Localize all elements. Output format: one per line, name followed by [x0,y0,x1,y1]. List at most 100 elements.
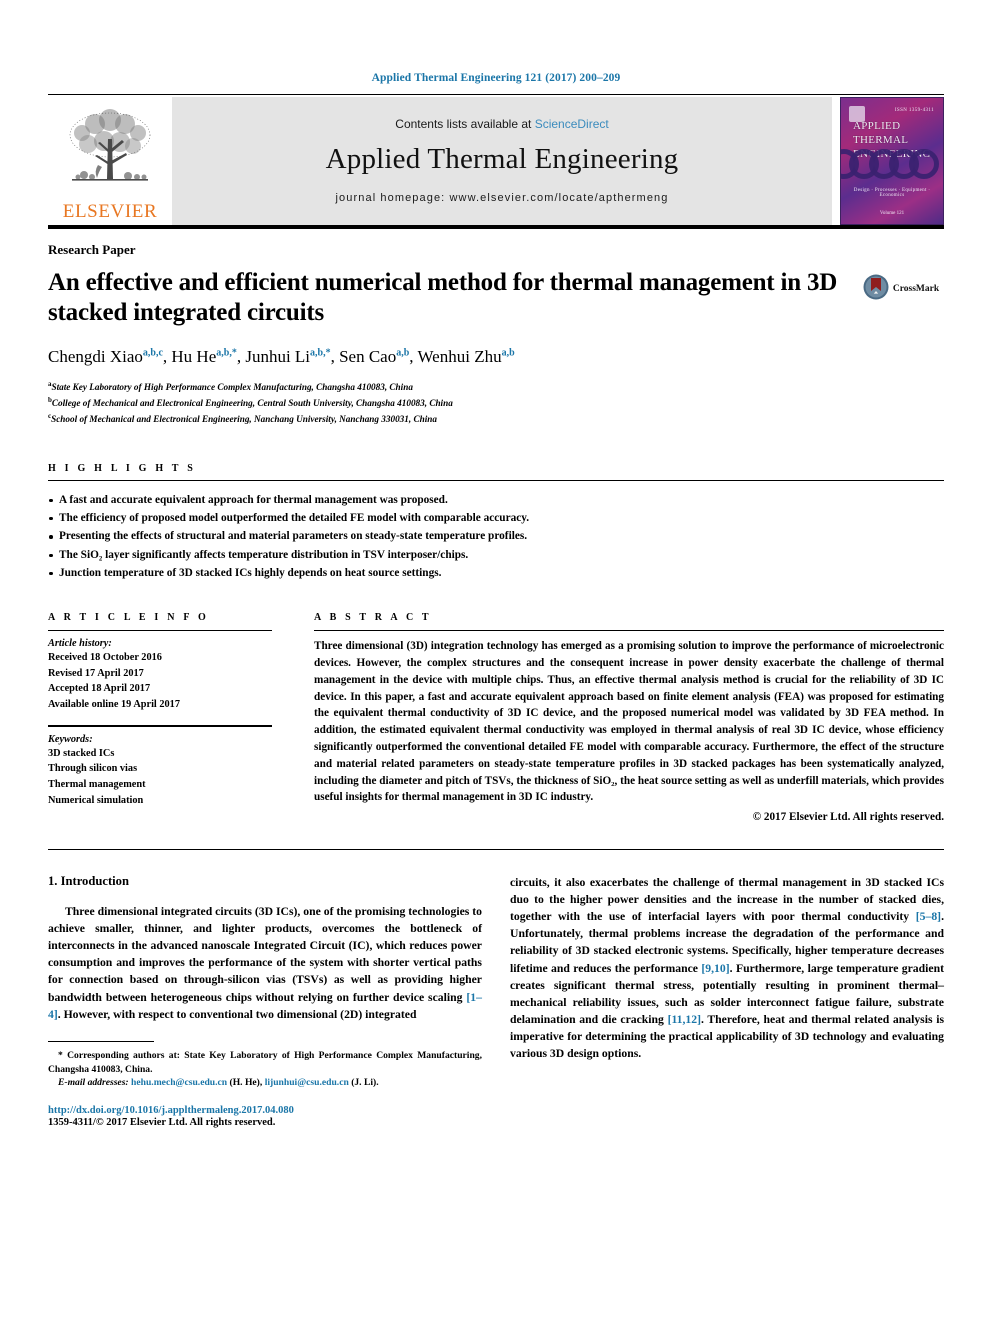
keywords-label: Keywords: [48,733,93,745]
history-item: Received 18 October 2016 [48,652,162,664]
intro-paragraph-left: Three dimensional integrated circuits (3… [48,903,482,1023]
article-title: An effective and efficient numerical met… [48,269,838,326]
email-link-1[interactable]: hehu.mech@csu.edu.cn [131,1077,227,1088]
article-info-rule [48,630,272,632]
affiliation-item: cSchool of Mechanical and Electronical E… [48,411,944,427]
affiliation-item: aState Key Laboratory of High Performanc… [48,379,944,395]
affiliation-text: School of Mechanical and Electronical En… [51,413,437,424]
author-name: Chengdi Xiao [48,347,143,366]
masthead-top-rule [48,94,944,95]
history-item: Available online 19 April 2017 [48,699,180,711]
keyword-item: Numerical simulation [48,794,144,806]
info-abstract-row: A R T I C L E I N F O Article history: R… [48,612,944,823]
journal-article-page: Applied Thermal Engineering 121 (2017) 2… [0,0,992,1323]
email-label: E-mail addresses: [58,1077,129,1089]
author-affil-marker: a,b,c [142,347,163,359]
keywords-rule [48,724,272,727]
author-affil-marker: a,b,* [216,347,237,359]
article-history-label: Article history: [48,638,112,650]
affiliation-list: aState Key Laboratory of High Performanc… [48,379,944,427]
cover-footer-text: Design · Processes · Equipment · Economi… [853,188,931,198]
author-name: Hu He [171,347,217,366]
history-item: Accepted 18 April 2017 [48,683,151,695]
crossmark-label: CrossMark [892,283,940,294]
abstract-heading: A B S T R A C T [314,612,432,624]
abstract-rule [314,630,944,632]
email-link-2[interactable]: lijunhui@csu.edu.cn [265,1077,349,1088]
intro-text-part1: Three dimensional integrated circuits (3… [48,905,482,1004]
journal-cover-thumbnail[interactable]: ISSN 1359-4311 APPLIED THERMAL ENGINEERI… [840,97,944,225]
email-1-author: (H. He), [227,1077,265,1089]
elsevier-tree-icon [69,109,151,181]
author-list: Chengdi Xiaoa,b,c, Hu Hea,b,*, Junhui Li… [48,346,944,368]
elsevier-logo: ELSEVIER [48,97,172,225]
body-column-right: circuits, it also exacerbates the challe… [510,874,944,1128]
contents-prefix: Contents lists available at [395,116,535,131]
cover-title-line1: APPLIED [853,120,901,132]
intro-paragraph-right: circuits, it also exacerbates the challe… [510,874,944,1062]
masthead-center: Contents lists available at ScienceDirec… [172,97,832,225]
title-column: An effective and efficient numerical met… [48,268,858,346]
author-affil-marker: a,b [396,347,410,359]
article-kind: Research Paper [48,242,136,257]
author-affil-marker: a,b,* [310,347,331,359]
highlight-item: Presenting the effects of structural and… [48,527,944,545]
citation-ref-9-10[interactable]: [9,10] [701,962,729,975]
email-2-author: (J. Li). [348,1077,379,1089]
sciencedirect-link[interactable]: ScienceDirect [535,117,609,131]
running-head: Applied Thermal Engineering 121 (2017) 2… [371,72,621,84]
email-footnote: E-mail addresses: hehu.mech@csu.edu.cn (… [48,1076,482,1090]
corresponding-text: Corresponding authors at: State Key Labo… [48,1049,483,1075]
body-column-left: 1. Introduction Three dimensional integr… [48,874,482,1128]
history-item: Revised 17 April 2017 [48,667,144,679]
crossmark-badge[interactable]: CrossMark [858,268,944,300]
author-item: Junhui Lia,b,*, [245,347,339,366]
highlights-list: A fast and accurate equivalent approach … [48,491,944,582]
highlights-rule [48,479,944,481]
abstract-column: A B S T R A C T Three dimensional (3D) i… [294,612,944,823]
citation-ref-11-12[interactable]: [11,12] [668,1013,701,1026]
crossmark-icon [863,274,889,300]
abstract-text: Three dimensional (3D) integration techn… [314,640,944,804]
author-item: Wenhui Zhua,b [418,347,515,366]
author-name: Wenhui Zhu [417,347,502,366]
author-item: Sen Caoa,b, [339,347,417,366]
masthead-bottom-rule [48,225,944,229]
citation-ref-5-8[interactable]: [5–8] [916,910,941,923]
keyword-item: Thermal management [48,779,146,790]
elsevier-wordmark: ELSEVIER [62,201,158,222]
author-name: Junhui Li [245,347,311,366]
corresponding-marker: * [58,1049,63,1061]
crossmark-badge-row: CrossMark [863,274,939,300]
intro-text-part2: . However, with respect to conventional … [57,1007,417,1021]
issn-copyright: 1359-4311/© 2017 Elsevier Ltd. All right… [48,1117,276,1129]
cover-issn: ISSN 1359-4311 [894,108,934,113]
body-separator-rule [48,849,944,851]
cover-title-line2: THERMAL [853,133,909,146]
author-affil-marker: a,b [501,347,515,359]
highlights-heading: H I G H L I G H T S [48,462,196,474]
contents-available-line: Contents lists available at ScienceDirec… [395,117,608,131]
article-info-column: A R T I C L E I N F O Article history: R… [48,612,294,823]
author-sep: , [409,347,418,366]
intro-right-part1: circuits, it also exacerbates the challe… [510,876,944,924]
author-sep: , [330,347,340,366]
title-row: An effective and efficient numerical met… [48,268,944,346]
journal-masthead: ELSEVIER Contents lists available at Sci… [48,97,944,225]
article-info-heading: A R T I C L E I N F O [48,612,209,624]
keyword-item: 3D stacked ICs [48,747,115,759]
affiliation-text: State Key Laboratory of High Performance… [51,382,413,393]
doi-link[interactable]: http://dx.doi.org/10.1016/j.applthermale… [48,1105,482,1116]
cover-chain-graphic [841,147,943,181]
keyword-item: Through silicon vias [48,763,138,775]
highlight-item: The SiO₂ layer significantly affects tem… [48,546,944,564]
highlight-item: The efficiency of proposed model outperf… [48,509,944,527]
section-heading-introduction: 1. Introduction [48,874,129,889]
journal-homepage-link[interactable]: journal homepage: www.elsevier.com/locat… [336,192,669,204]
journal-title: Applied Thermal Engineering [325,142,679,175]
author-name: Sen Cao [339,347,397,366]
highlight-item: Junction temperature of 3D stacked ICs h… [48,564,944,582]
cover-volume: Volume 121 [879,211,905,216]
affiliation-item: bCollege of Mechanical and Electronical … [48,395,944,411]
footnote-rule [48,1040,154,1042]
